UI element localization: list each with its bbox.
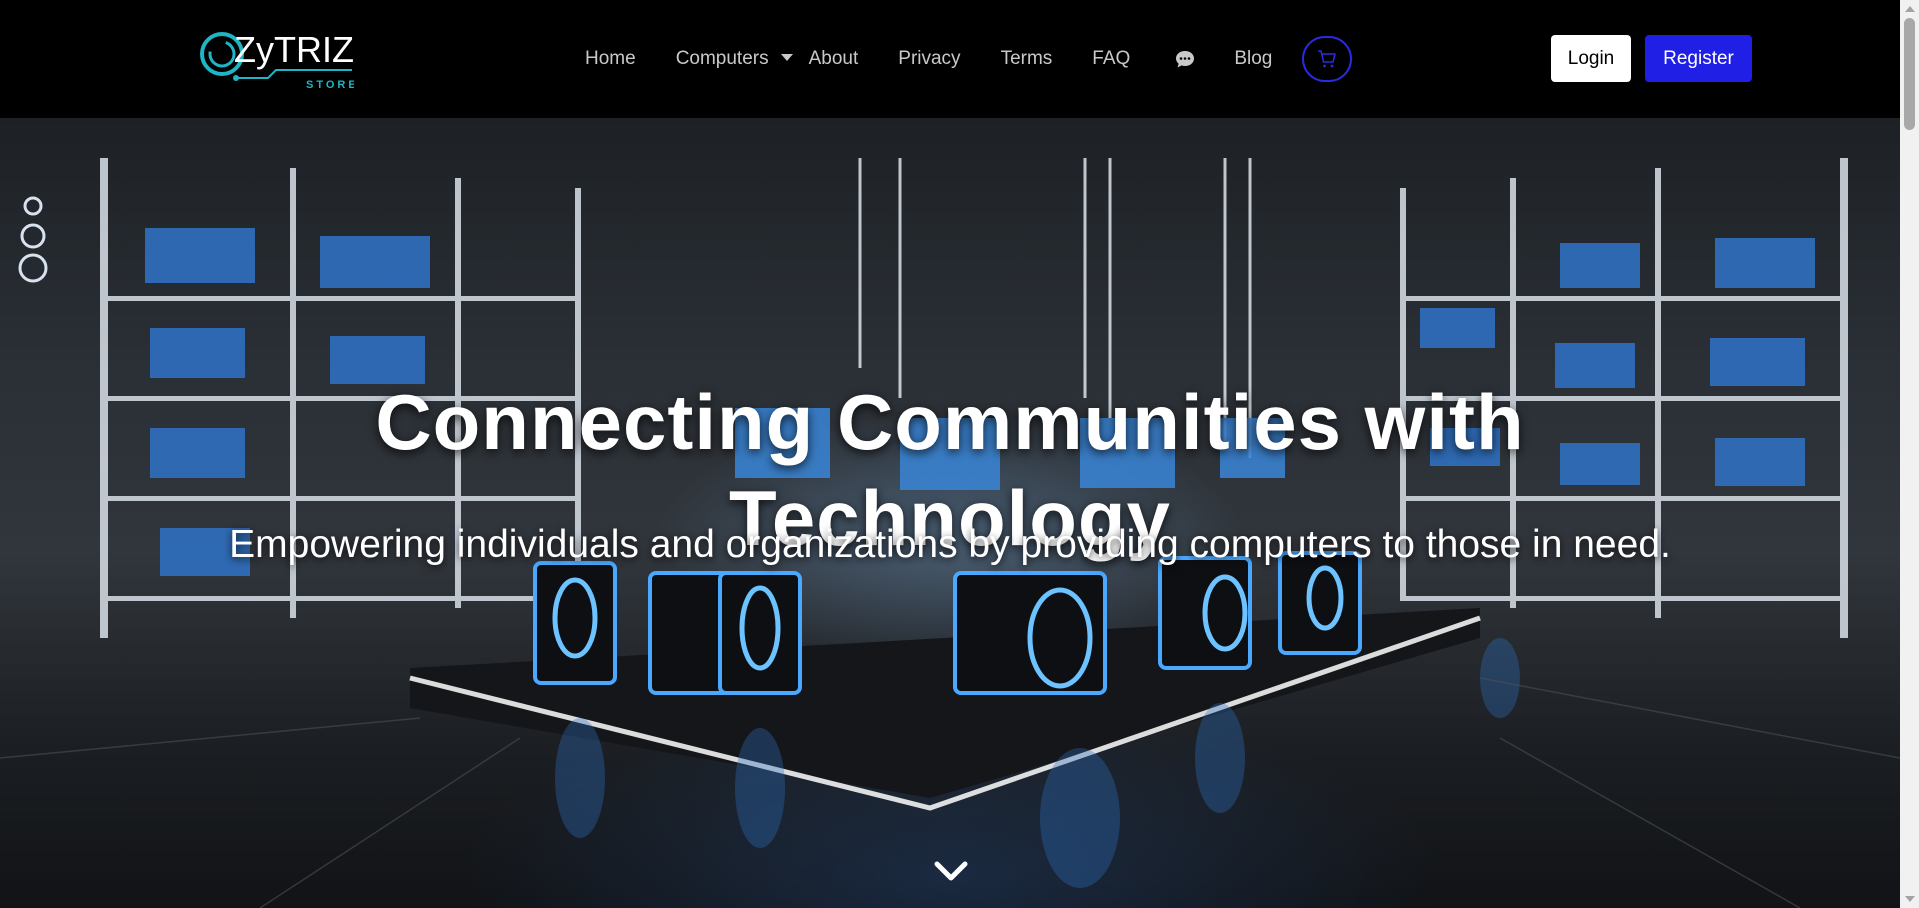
scroll-down-arrow-icon[interactable] [1905, 896, 1915, 902]
hero-title-line1: Connecting Communities with [375, 378, 1525, 467]
nav-blog[interactable]: Blog [1234, 48, 1272, 70]
brand-logo[interactable]: ZyTRIZ STORE [198, 22, 354, 92]
scroll-up-arrow-icon[interactable] [1905, 6, 1915, 12]
caret-down-icon [780, 53, 793, 61]
scrollbar-thumb[interactable] [1904, 18, 1915, 130]
nav-home[interactable]: Home [585, 48, 636, 70]
zytriz-logo-icon: ZyTRIZ STORE [200, 29, 354, 91]
nav-faq[interactable]: FAQ [1092, 48, 1130, 70]
navbar: ZyTRIZ STORE Home Computers About Privac… [0, 0, 1900, 118]
chevron-down-icon [934, 861, 968, 881]
main-nav: Home Computers About Privacy Terms FAQ B… [585, 0, 1353, 118]
register-button[interactable]: Register [1645, 35, 1752, 82]
nav-privacy[interactable]: Privacy [898, 48, 960, 70]
nav-about[interactable]: About [809, 48, 859, 70]
svg-text:ZyTRIZ: ZyTRIZ [234, 29, 354, 70]
scroll-down-button[interactable] [931, 856, 971, 886]
nav-terms[interactable]: Terms [1001, 48, 1053, 70]
chat-bubble-icon[interactable] [1174, 48, 1196, 70]
hero-section: Connecting Communities with Technology E… [0, 118, 1900, 908]
nav-computers-dropdown[interactable]: Computers [676, 48, 793, 70]
cart-button[interactable] [1302, 36, 1353, 82]
svg-text:STORE: STORE [306, 79, 354, 91]
hero-subtitle: Empowering individuals and organizations… [229, 523, 1671, 566]
page-scrollbar[interactable] [1900, 0, 1919, 908]
shopping-cart-icon [1318, 50, 1337, 68]
login-button[interactable]: Login [1551, 35, 1631, 82]
nav-computers-label: Computers [675, 48, 769, 69]
